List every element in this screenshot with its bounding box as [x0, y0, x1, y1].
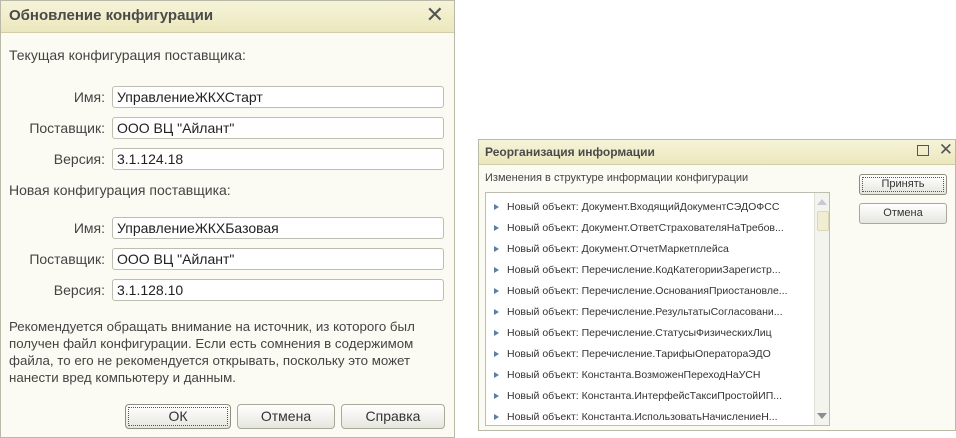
current-version-field[interactable]: 3.1.124.18 [112, 148, 444, 170]
current-name-field[interactable]: УправлениеЖКХСтарт [112, 86, 444, 108]
new-vendor-field[interactable]: ООО ВЦ "Айлант" [112, 248, 444, 270]
expand-arrow-icon[interactable] [494, 330, 499, 337]
reorg-dialog-title: Реорганизация информации [485, 145, 655, 159]
list-item[interactable]: Новый объект: Перечисление.КодКатегорииЗ… [486, 259, 816, 281]
current-name-label: Имя: [73, 89, 105, 105]
expand-arrow-icon[interactable] [494, 204, 499, 211]
expand-arrow-icon[interactable] [494, 267, 499, 274]
current-config-section-label: Текущая конфигурация поставщика: [9, 47, 246, 63]
scroll-down-icon[interactable] [817, 413, 827, 419]
security-note: Рекомендуется обращать внимание на источ… [9, 319, 415, 385]
list-scrollbar[interactable] [814, 193, 829, 425]
expand-arrow-icon[interactable] [494, 309, 499, 316]
cancel-button[interactable]: Отмена [859, 203, 947, 224]
list-item[interactable]: Новый объект: Константа.ВозможенПереходН… [486, 364, 816, 386]
expand-arrow-icon[interactable] [494, 351, 499, 358]
new-version-label: Версия: [53, 282, 105, 298]
close-icon[interactable]: ✕ [939, 140, 953, 160]
scroll-thumb[interactable] [817, 211, 829, 231]
reorg-info-dialog: Реорганизация информации ✕ Изменения в с… [478, 139, 956, 431]
list-item[interactable]: Новый объект: Константа.ИспользоватьНачи… [486, 406, 816, 425]
cancel-button[interactable]: Отмена [237, 404, 335, 429]
expand-arrow-icon[interactable] [494, 225, 499, 232]
help-button[interactable]: Справка [341, 404, 445, 429]
list-item[interactable]: Новый объект: Документ.ОтветСтрахователя… [486, 217, 816, 239]
new-vendor-label: Поставщик: [29, 251, 105, 267]
expand-arrow-icon[interactable] [494, 414, 499, 421]
expand-arrow-icon[interactable] [494, 246, 499, 253]
reorg-dialog-titlebar[interactable]: Реорганизация информации ✕ [479, 140, 955, 165]
new-version-field[interactable]: 3.1.128.10 [112, 279, 444, 301]
expand-arrow-icon[interactable] [494, 372, 499, 379]
update-dialog-title: Обновление конфигурации [9, 7, 214, 24]
ok-button[interactable]: ОК [125, 404, 231, 429]
update-config-dialog: Обновление конфигурации ✕ Текущая конфиг… [0, 0, 455, 438]
list-item[interactable]: Новый объект: Документ.ВходящийДокументС… [486, 196, 816, 218]
expand-arrow-icon[interactable] [494, 288, 499, 295]
list-item[interactable]: Новый объект: Перечисление.СтатусыФизиче… [486, 322, 816, 344]
close-icon[interactable]: ✕ [426, 2, 444, 28]
new-name-field[interactable]: УправлениеЖКХБазовая [112, 217, 444, 239]
scroll-up-icon[interactable] [817, 199, 827, 205]
list-item[interactable]: Новый объект: Перечисление.ОснованияПрио… [486, 280, 816, 302]
update-dialog-titlebar[interactable]: Обновление конфигурации ✕ [1, 1, 454, 33]
current-vendor-field[interactable]: ООО ВЦ "Айлант" [112, 117, 444, 139]
list-item[interactable]: Новый объект: Документ.ОтчетМаркетплейса [486, 238, 816, 260]
list-item[interactable]: Новый объект: Перечисление.РезультатыСог… [486, 301, 816, 323]
new-name-label: Имя: [73, 220, 105, 236]
current-version-label: Версия: [53, 151, 105, 167]
current-vendor-label: Поставщик: [29, 120, 105, 136]
list-item[interactable]: Новый объект: Перечисление.ТарифыОперато… [486, 343, 816, 365]
list-item[interactable]: Новый объект: Константа.ИнтерфейсТаксиПр… [486, 385, 816, 407]
changes-list[interactable]: Новый объект: Документ.ВходящийДокументС… [485, 192, 830, 426]
maximize-icon[interactable] [917, 145, 929, 156]
accept-button[interactable]: Принять [859, 174, 947, 195]
changes-label: Изменения в структуре информации конфигу… [485, 172, 749, 184]
expand-arrow-icon[interactable] [494, 393, 499, 400]
new-config-section-label: Новая конфигурация поставщика: [9, 182, 231, 198]
